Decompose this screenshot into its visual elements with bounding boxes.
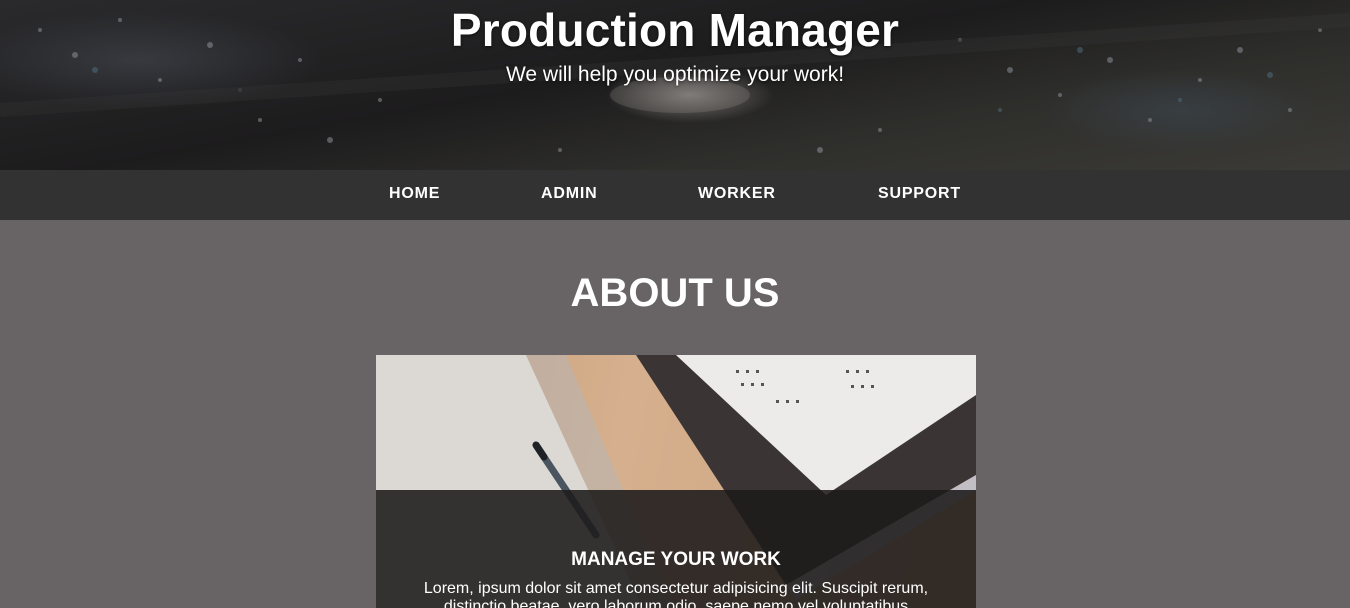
hero-banner: Production Manager We will help you opti… bbox=[0, 0, 1350, 170]
main-navigation: HOME ADMIN WORKER SUPPORT bbox=[0, 170, 1350, 220]
site-title: Production Manager bbox=[450, 4, 900, 56]
nav-worker[interactable]: WORKER bbox=[698, 170, 776, 220]
nav-home[interactable]: HOME bbox=[389, 170, 440, 220]
about-section: ABOUT US MANAGE YOUR WORK Lorem, ipsum d… bbox=[0, 220, 1350, 608]
card-title: MANAGE YOUR WORK bbox=[571, 549, 781, 570]
site-subtitle: We will help you optimize your work! bbox=[505, 63, 845, 86]
nav-admin[interactable]: ADMIN bbox=[541, 170, 597, 220]
card-description: Lorem, ipsum dolor sit amet consectetur … bbox=[423, 580, 929, 608]
nav-support[interactable]: SUPPORT bbox=[878, 170, 961, 220]
feature-card: MANAGE YOUR WORK Lorem, ipsum dolor sit … bbox=[376, 355, 976, 608]
about-title: ABOUT US bbox=[570, 271, 780, 315]
